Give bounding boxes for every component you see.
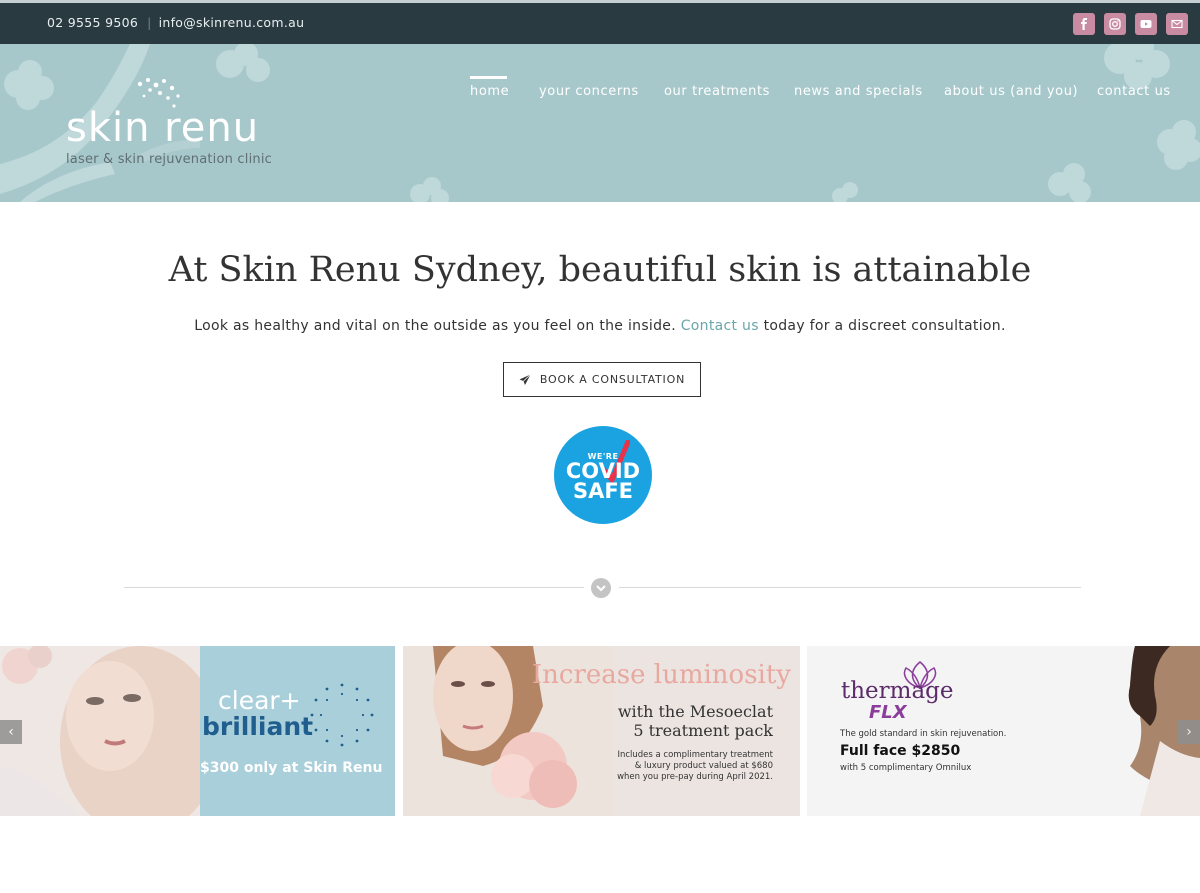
chevron-right-icon: › bbox=[1186, 724, 1192, 740]
badge-line3: SAFE bbox=[572, 479, 634, 503]
book-consultation-button[interactable]: BOOK A CONSULTATION bbox=[503, 362, 701, 397]
contact-info: 02 9555 9506 | info@skinrenu.com.au bbox=[47, 15, 304, 30]
hero-title: At Skin Renu Sydney, beautiful skin is a… bbox=[168, 250, 1032, 290]
nav-item-our-treatments[interactable]: our treatments bbox=[664, 84, 770, 99]
thermage-flx: FLX bbox=[869, 702, 907, 723]
logo-wordmark: skin renu bbox=[66, 105, 260, 151]
nav-item-about-us[interactable]: about us (and you) bbox=[944, 84, 1078, 99]
separator: | bbox=[147, 15, 152, 30]
hero-subtitle-text: Look as healthy and vital on the outside… bbox=[194, 318, 676, 334]
thermage-tagline: The gold standard in skin rejuvenation. bbox=[840, 729, 1007, 739]
site-header: skin renu laser & skin rejuvenation clin… bbox=[0, 44, 1200, 202]
instagram-icon[interactable] bbox=[1104, 13, 1126, 35]
mesoeclat-fine2: & luxury product valued at $680 bbox=[634, 761, 773, 771]
mesoeclat-title: Increase luminosity bbox=[531, 660, 791, 690]
contact-us-link[interactable]: Contact us bbox=[681, 318, 759, 334]
email-icon[interactable] bbox=[1166, 13, 1188, 35]
dot-ring-logo-icon bbox=[310, 683, 374, 747]
woman-portrait-image bbox=[0, 646, 200, 816]
divider-left bbox=[124, 587, 584, 588]
paper-plane-icon bbox=[519, 373, 531, 385]
clear-brilliant-bottom: brilliant bbox=[202, 712, 314, 741]
top-bar: 02 9555 9506 | info@skinrenu.com.au bbox=[0, 0, 1200, 44]
nav-item-home[interactable]: home bbox=[470, 84, 509, 99]
phone-link[interactable]: 02 9555 9506 bbox=[47, 15, 138, 30]
covid-safe-badge: WE'RE COVID SAFE bbox=[554, 426, 652, 524]
slide-thermage[interactable]: thermage FLX The gold standard in skin r… bbox=[807, 646, 1200, 816]
slide-mesoeclat[interactable]: Increase luminosity with the Mesoeclat 5… bbox=[403, 646, 800, 816]
mesoeclat-line1: with the Mesoeclat bbox=[617, 702, 773, 721]
nav-active-indicator bbox=[470, 76, 507, 79]
clear-brilliant-top: clear+ bbox=[218, 686, 301, 715]
carousel-prev-button[interactable]: ‹ bbox=[0, 720, 22, 744]
social-links bbox=[1073, 13, 1188, 35]
thermage-extra: with 5 complimentary Omnilux bbox=[840, 763, 972, 773]
clear-brilliant-price: $300 only at Skin Renu bbox=[200, 760, 383, 776]
divider-right bbox=[619, 587, 1081, 588]
nav-item-news-and-specials[interactable]: news and specials bbox=[794, 84, 923, 99]
mesoeclat-fine3: when you pre-pay during April 2021. bbox=[617, 772, 773, 782]
book-consultation-label: BOOK A CONSULTATION bbox=[539, 373, 686, 386]
chevron-left-icon: ‹ bbox=[8, 724, 14, 740]
logo-tagline: laser & skin rejuvenation clinic bbox=[66, 152, 272, 167]
hero-subtitle-text-end: today for a discreet consultation. bbox=[763, 318, 1006, 334]
slide-clear-brilliant[interactable]: clear+ brilliant $300 only at Skin Renu bbox=[0, 646, 395, 816]
mesoeclat-fine1: Includes a complimentary treatment bbox=[617, 750, 773, 760]
thermage-price: Full face $2850 bbox=[840, 743, 961, 759]
carousel-next-button[interactable]: › bbox=[1178, 720, 1200, 744]
thermage-wordmark: thermage bbox=[841, 678, 954, 704]
chevron-down-icon[interactable] bbox=[591, 578, 611, 598]
hero-subtitle: Look as healthy and vital on the outside… bbox=[0, 318, 1200, 334]
nav-item-your-concerns[interactable]: your concerns bbox=[539, 84, 639, 99]
nav-item-contact-us[interactable]: contact us bbox=[1097, 84, 1171, 99]
email-link[interactable]: info@skinrenu.com.au bbox=[159, 15, 305, 30]
facebook-icon[interactable] bbox=[1073, 13, 1095, 35]
youtube-icon[interactable] bbox=[1135, 13, 1157, 35]
mesoeclat-line2: 5 treatment pack bbox=[633, 721, 773, 740]
main-nav: home your concerns our treatments news a… bbox=[0, 76, 1200, 107]
